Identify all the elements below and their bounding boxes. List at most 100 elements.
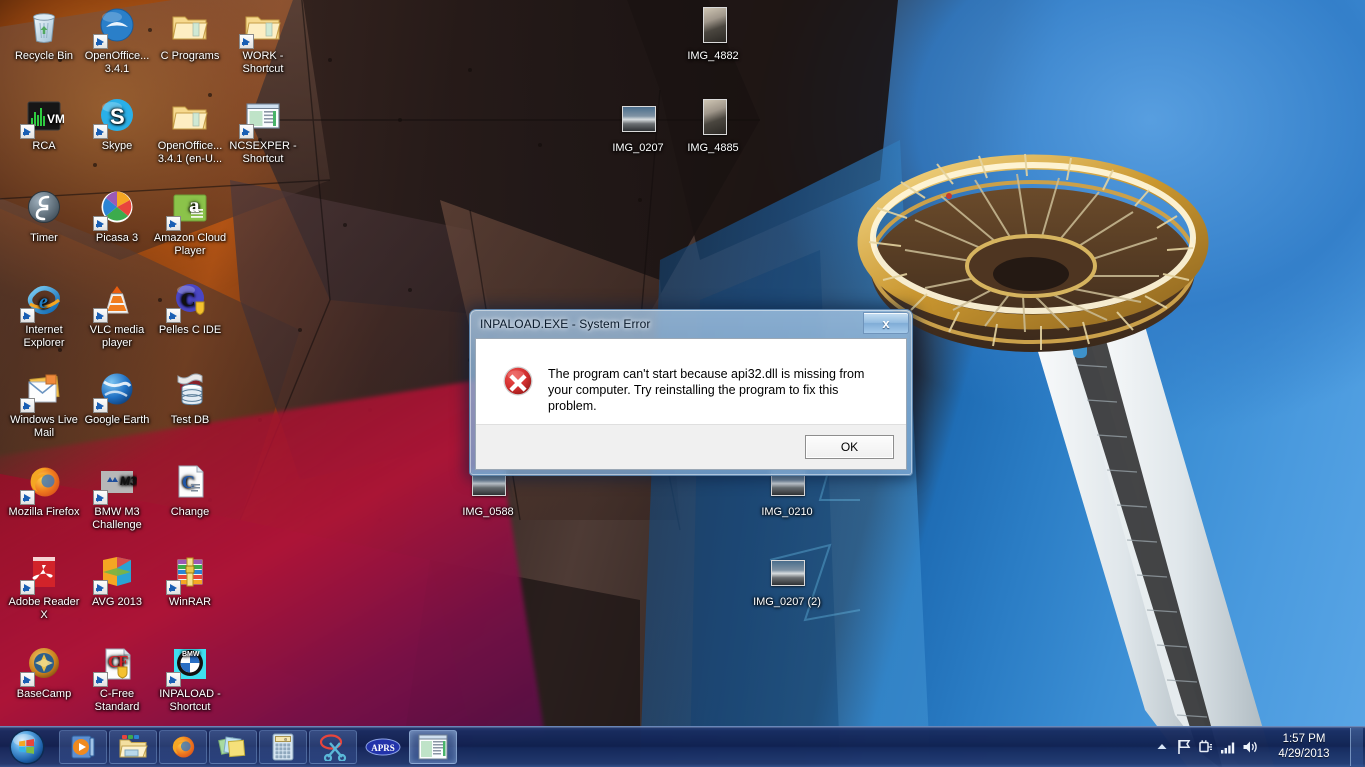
window-shortcut-icon xyxy=(239,94,285,139)
desktop-icon[interactable]: AVG 2013 xyxy=(79,550,155,609)
desktop-icon-label: Recycle Bin xyxy=(14,50,74,62)
close-icon[interactable]: x xyxy=(863,312,909,334)
desktop-icon-label: BMW M3 Challenge xyxy=(92,506,142,531)
avg-icon xyxy=(93,550,139,595)
desktop-icon[interactable]: IMG_4882 xyxy=(675,4,751,63)
taskbar-button[interactable] xyxy=(109,730,157,764)
vlc-icon xyxy=(93,278,139,323)
desktop-icon[interactable]: BMW INPALOAD - Shortcut xyxy=(152,642,228,714)
firefox-icon xyxy=(20,460,66,505)
dialog-title-bar[interactable]: INPALOAD.EXE - System Error x xyxy=(470,310,912,338)
photo-thumbnail-icon xyxy=(691,4,735,48)
rca-icon: VM xyxy=(20,94,66,139)
shortcut-arrow-icon xyxy=(20,124,35,139)
desktop-icon[interactable]: C Change xyxy=(152,460,228,519)
system-error-dialog[interactable]: INPALOAD.EXE - System Error x The progra… xyxy=(469,309,913,476)
desktop-icon-label: Pelles C IDE xyxy=(158,324,222,336)
show-desktop-button[interactable] xyxy=(1350,728,1363,766)
speaker-icon[interactable] xyxy=(1239,732,1261,762)
desktop-icon[interactable]: IMG_0207 (2) xyxy=(749,550,825,609)
pelles-c-icon: C xyxy=(166,278,212,323)
desktop-icon-label: WinRAR xyxy=(168,596,212,608)
folder-icon xyxy=(168,4,212,48)
dialog-title: INPALOAD.EXE - System Error xyxy=(480,317,651,331)
firefox-icon xyxy=(169,733,197,761)
sticky-notes-icon xyxy=(218,733,248,761)
desktop-icon-label: Windows Live Mail xyxy=(10,414,78,439)
desktop-icon[interactable]: Timer xyxy=(6,186,82,245)
desktop-icon[interactable]: VM RCA xyxy=(6,94,82,153)
show-hidden-icons-button[interactable] xyxy=(1151,732,1173,762)
desktop-icon-label: AVG 2013 xyxy=(92,596,142,608)
desktop-icon[interactable]: BaseCamp xyxy=(6,642,82,701)
desktop-icon[interactable]: Windows Live Mail xyxy=(6,368,82,440)
desktop-icon-label: Amazon Cloud Player xyxy=(153,232,227,257)
winrar-icon xyxy=(166,550,212,595)
desktop-icon[interactable]: OpenOffice... 3.4.1 xyxy=(79,4,155,76)
network-plug-icon[interactable] xyxy=(1195,732,1217,762)
media-player-icon xyxy=(69,733,97,761)
shortcut-arrow-icon xyxy=(93,216,108,231)
photo-thumbnail-icon xyxy=(765,550,809,594)
desktop-icon-label: Picasa 3 xyxy=(95,232,139,244)
amazon-cloud-player-icon: a xyxy=(166,186,212,231)
taskbar-button[interactable] xyxy=(209,730,257,764)
desktop-icon[interactable]: Adobe Reader X xyxy=(6,550,82,622)
desktop-icon[interactable]: M3 BMW M3 Challenge xyxy=(79,460,155,532)
desktop-icon[interactable]: Test DB xyxy=(152,368,228,427)
shortcut-arrow-icon xyxy=(93,34,108,49)
taskbar-button[interactable]: APRS xyxy=(359,730,407,764)
shortcut-arrow-icon xyxy=(239,124,254,139)
shortcut-arrow-icon xyxy=(20,398,35,413)
dialog-footer: OK xyxy=(476,424,906,469)
svg-text:S: S xyxy=(110,104,125,129)
desktop-icon[interactable]: IMG_0207 xyxy=(600,96,676,155)
desktop-icon-label: IMG_4882 xyxy=(687,50,739,62)
taskbar-button[interactable] xyxy=(59,730,107,764)
desktop-icon[interactable]: VLC media player xyxy=(79,278,155,350)
desktop-icon-label: VLC media player xyxy=(89,324,145,349)
explorer-folder-icon xyxy=(118,733,148,761)
svg-text:C: C xyxy=(182,472,195,492)
shortcut-arrow-icon xyxy=(93,308,108,323)
desktop-icon[interactable]: e Internet Explorer xyxy=(6,278,82,350)
desktop-icon[interactable]: Google Earth xyxy=(79,368,155,427)
svg-text:M3: M3 xyxy=(120,474,137,488)
signal-bars-icon[interactable] xyxy=(1217,732,1239,762)
desktop-icon[interactable]: OpenOffice... 3.4.1 (en-U... xyxy=(152,94,228,166)
svg-text:APRS: APRS xyxy=(371,743,395,753)
dialog-body: The program can't start because api32.dl… xyxy=(476,339,906,424)
clock[interactable]: 1:57 PM 4/29/2013 xyxy=(1261,732,1347,762)
svg-text:VM: VM xyxy=(47,112,64,126)
ok-button[interactable]: OK xyxy=(805,435,894,459)
desktop-icon-label: Skype xyxy=(101,140,133,152)
desktop-icon-label: IMG_4885 xyxy=(687,142,739,154)
desktop-icon[interactable]: S Skype xyxy=(79,94,155,153)
desktop-icon[interactable]: C Programs xyxy=(152,4,228,63)
desktop-icon[interactable]: Recycle Bin xyxy=(6,4,82,63)
taskbar-button[interactable] xyxy=(159,730,207,764)
c-free-icon: CF xyxy=(93,642,139,687)
desktop-icon[interactable]: Picasa 3 xyxy=(79,186,155,245)
desktop-icon-label: C Programs xyxy=(160,50,220,62)
desktop-icon[interactable]: a Amazon Cloud Player xyxy=(152,186,228,258)
desktop-icon[interactable]: WinRAR xyxy=(152,550,228,609)
shortcut-arrow-icon xyxy=(93,490,108,505)
flag-icon[interactable] xyxy=(1173,732,1195,762)
taskbar-button[interactable]: 0 xyxy=(259,730,307,764)
shortcut-arrow-icon xyxy=(239,34,254,49)
clock-time: 1:57 PM xyxy=(1282,733,1326,745)
desktop-icon[interactable]: C F C-Free Standard xyxy=(79,642,155,714)
desktop-icon[interactable]: C Pelles C IDE xyxy=(152,278,228,337)
desktop-icon[interactable]: IMG_4885 xyxy=(675,96,751,155)
desktop-icon-label: Adobe Reader X xyxy=(8,596,80,621)
taskbar-button[interactable] xyxy=(309,730,357,764)
taskbar-button[interactable] xyxy=(409,730,457,764)
skype-icon: S xyxy=(93,94,139,139)
desktop-icon[interactable]: NCSEXPER - Shortcut xyxy=(225,94,301,166)
bmw-m3-icon: M3 xyxy=(93,460,139,505)
desktop-icon[interactable]: Mozilla Firefox xyxy=(6,460,82,519)
dialog-message: The program can't start because api32.dl… xyxy=(548,367,865,413)
start-button[interactable] xyxy=(0,728,54,766)
desktop-icon[interactable]: WORK - Shortcut xyxy=(225,4,301,76)
